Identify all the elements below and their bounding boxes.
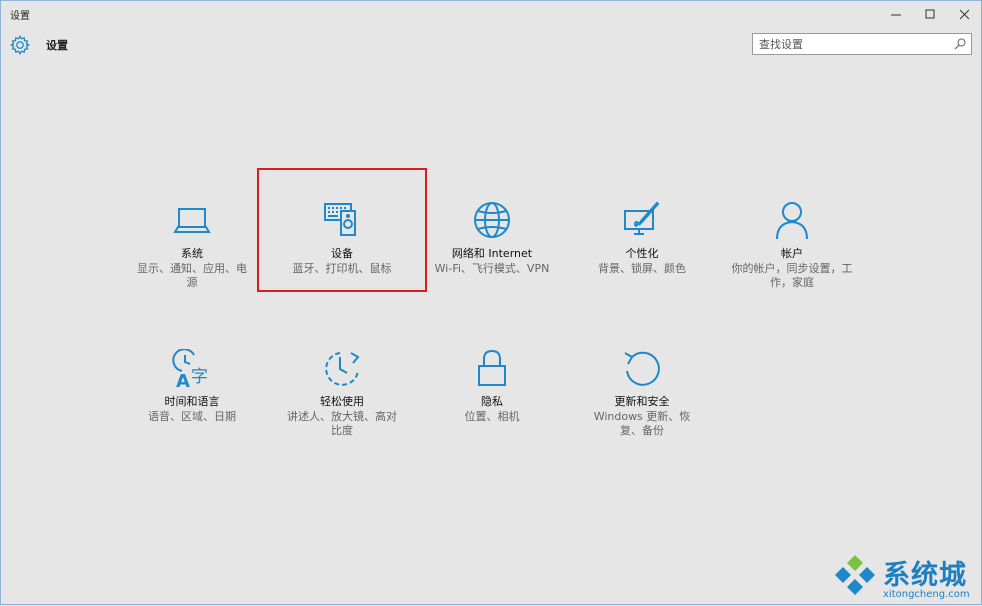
title-bar: 设置 xyxy=(1,1,981,27)
logo-icon xyxy=(835,555,875,595)
globe-icon xyxy=(474,202,510,238)
tile-description: Wi-Fi、飞行模式、VPN xyxy=(434,262,550,275)
tile-label: 系统 xyxy=(181,247,203,260)
tile-label: 网络和 Internet xyxy=(451,247,533,260)
tile-system[interactable]: 系统 显示、通知、应用、电 源 xyxy=(127,201,257,301)
settings-window: 设置 设置 查找设置 系统 显示、通知、应用、电 源 设备 蓝牙、打印机、鼠标 … xyxy=(0,0,982,605)
svg-text:A: A xyxy=(176,371,190,389)
maximize-button[interactable] xyxy=(913,1,947,27)
tile-network[interactable]: 网络和 Internet Wi-Fi、飞行模式、VPN xyxy=(427,201,557,301)
window-controls xyxy=(879,1,981,27)
refresh-icon xyxy=(624,351,660,386)
tile-description: 语音、区域、日期 xyxy=(148,410,236,423)
tile-privacy[interactable]: 隐私 位置、相机 xyxy=(427,349,557,449)
tile-time-language[interactable]: A 字 时间和语言 语音、区域、日期 xyxy=(127,349,257,449)
window-title: 设置 xyxy=(10,11,30,22)
watermark-text: 系统城 xyxy=(883,560,967,591)
ease-of-access-icon xyxy=(325,352,360,386)
person-icon xyxy=(776,202,808,240)
tile-description: 位置、相机 xyxy=(464,410,520,423)
tile-update-security[interactable]: 更新和安全 Windows 更新、恢 复、备份 xyxy=(577,349,707,449)
search-icon[interactable] xyxy=(953,37,967,51)
tile-label: 轻松使用 xyxy=(320,395,364,408)
time-language-icon: A 字 xyxy=(172,349,208,389)
tile-label: 时间和语言 xyxy=(164,395,220,408)
tile-description: 讲述人、放大镜、高对 比度 xyxy=(287,410,397,437)
laptop-icon xyxy=(173,208,211,233)
watermark-url: xitongcheng.com xyxy=(883,589,970,600)
tile-description: 你的帐户，同步设置，工 作，家庭 xyxy=(731,262,853,289)
tile-description: Windows 更新、恢 复、备份 xyxy=(593,410,691,437)
highlight-box xyxy=(257,168,427,292)
close-button[interactable] xyxy=(947,1,981,27)
tile-ease-of-access[interactable]: 轻松使用 讲述人、放大镜、高对 比度 xyxy=(277,349,407,449)
tile-label: 更新和安全 xyxy=(614,395,670,408)
tile-description: 背景、锁屏、颜色 xyxy=(598,262,686,275)
svg-text:字: 字 xyxy=(191,367,208,387)
tile-label: 隐私 xyxy=(481,395,503,408)
maximize-icon xyxy=(925,9,934,18)
gear-icon[interactable] xyxy=(9,34,31,56)
paint-icon xyxy=(624,201,660,235)
tile-label: 帐户 xyxy=(781,247,803,260)
tile-label: 个性化 xyxy=(625,247,659,260)
minimize-icon xyxy=(890,14,901,15)
close-icon xyxy=(959,9,969,19)
page-title: 设置 xyxy=(46,39,68,52)
search-box[interactable] xyxy=(752,33,972,55)
tile-description: 显示、通知、应用、电 源 xyxy=(137,262,247,289)
watermark: 系统城 xitongcheng.com xyxy=(827,549,982,606)
lock-icon xyxy=(478,349,506,386)
search-input[interactable] xyxy=(759,36,949,52)
tile-personalization[interactable]: 个性化 背景、锁屏、颜色 xyxy=(577,201,707,301)
minimize-button[interactable] xyxy=(879,1,913,27)
tile-accounts[interactable]: 帐户 你的帐户，同步设置，工 作，家庭 xyxy=(727,201,857,301)
